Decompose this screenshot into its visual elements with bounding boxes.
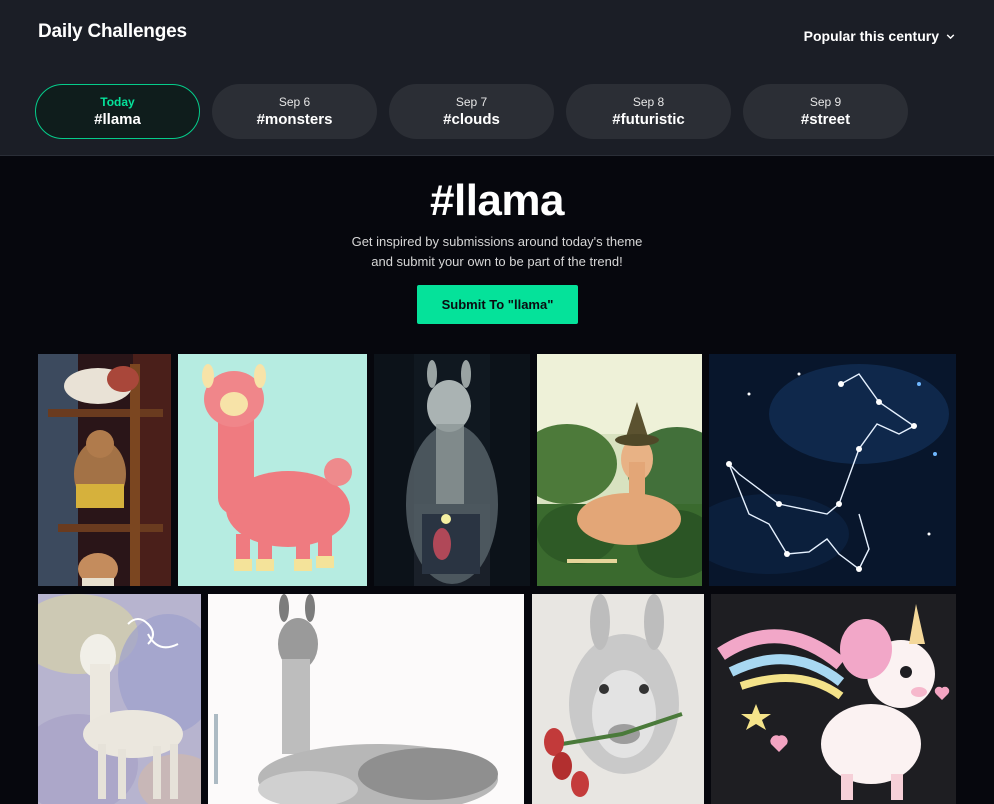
sort-label: Popular this century — [803, 28, 939, 44]
gallery-thumbnail-constellation-llama[interactable] — [709, 354, 956, 586]
tab-clouds[interactable]: Sep 7 #clouds — [389, 84, 554, 139]
gallery-thumbnail-pencil-llama[interactable] — [208, 594, 524, 804]
artwork-image — [532, 594, 704, 804]
top-bar: Daily Challenges Popular this century To… — [0, 0, 994, 156]
artwork-image — [711, 594, 956, 804]
artwork-image — [208, 594, 524, 804]
page-title: Daily Challenges — [38, 21, 187, 42]
tab-tag: #monsters — [256, 111, 333, 128]
challenge-description: Get inspired by submissions around today… — [0, 232, 994, 271]
gallery-thumbnail-pink-alpaca[interactable] — [178, 354, 367, 586]
tab-date: Today — [100, 95, 135, 109]
tab-tag: #street — [800, 111, 851, 128]
tab-futuristic[interactable]: Sep 8 #futuristic — [566, 84, 731, 139]
description-line: Get inspired by submissions around today… — [351, 234, 643, 249]
artwork-image — [178, 354, 367, 586]
artwork-image — [709, 354, 956, 586]
gallery-thumbnail-stacked-llamas[interactable] — [38, 354, 171, 586]
gallery-thumbnail-tulip-llama[interactable] — [532, 594, 704, 804]
description-line: and submit your own to be part of the tr… — [371, 253, 623, 269]
tab-monsters[interactable]: Sep 6 #monsters — [212, 84, 377, 139]
tab-street[interactable]: Sep 9 #street — [743, 84, 908, 139]
artwork-image — [374, 354, 530, 586]
artwork-image — [537, 354, 702, 586]
sort-dropdown[interactable]: Popular this century — [804, 28, 956, 44]
chevron-down-icon — [946, 33, 955, 39]
gallery-thumbnail-unicorn-llama[interactable] — [711, 594, 956, 804]
gallery-thumbnail-ghost-llama[interactable] — [374, 354, 530, 586]
gallery-thumbnail-watercolor-llama[interactable] — [38, 594, 201, 804]
tab-date: Sep 6 — [278, 95, 311, 109]
tab-date: Sep 8 — [632, 95, 665, 109]
tab-tag: #llama — [94, 111, 141, 128]
tab-llama[interactable]: Today #llama — [35, 84, 200, 139]
artwork-image — [38, 354, 171, 586]
tab-date: Sep 7 — [455, 95, 488, 109]
challenge-tabs: Today #llama Sep 6 #monsters Sep 7 #clou… — [35, 84, 908, 139]
gallery-thumbnail-wizard-llama[interactable] — [537, 354, 702, 586]
tab-tag: #clouds — [443, 111, 500, 128]
submit-button[interactable]: Submit To "llama" — [417, 285, 578, 324]
challenge-title: #llama — [430, 176, 564, 225]
artwork-image — [38, 594, 201, 804]
tab-date: Sep 9 — [809, 95, 842, 109]
tab-tag: #futuristic — [612, 111, 685, 128]
